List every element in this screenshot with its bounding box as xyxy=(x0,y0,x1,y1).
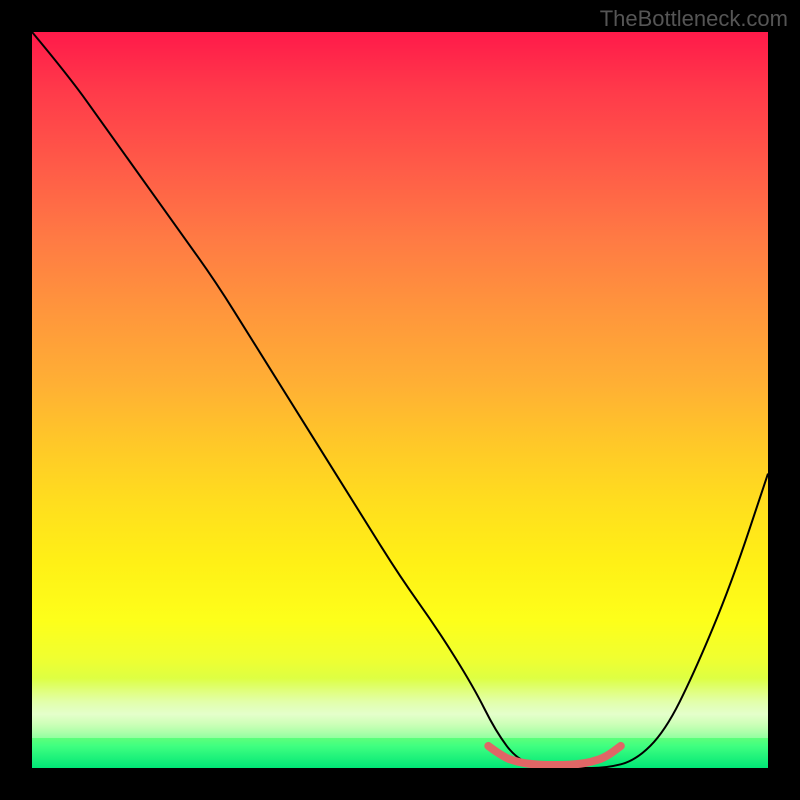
curve-svg xyxy=(32,32,768,768)
chart-plot-area xyxy=(32,32,768,768)
curve-path xyxy=(32,32,768,768)
watermark-text: TheBottleneck.com xyxy=(600,6,788,32)
